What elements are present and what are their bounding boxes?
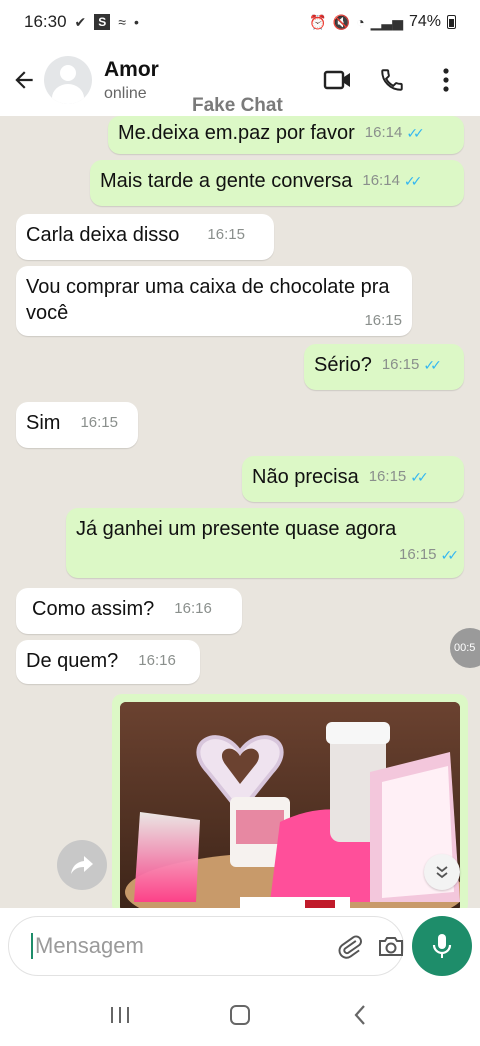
read-ticks-icon: ✓✓ bbox=[410, 469, 429, 485]
message-text: Carla deixa disso bbox=[26, 224, 180, 246]
message-input[interactable] bbox=[31, 933, 323, 959]
cell-signal-icon: ▁▃▅ bbox=[370, 13, 403, 30]
attach-button[interactable] bbox=[337, 930, 363, 962]
message-bubble[interactable]: Mais tarde a gente conversa 16:14 ✓✓ bbox=[90, 160, 464, 206]
message-text: De quem? bbox=[26, 650, 119, 672]
header-actions bbox=[322, 64, 462, 96]
recents-icon bbox=[111, 1007, 129, 1023]
fake-chat-watermark: Fake Chat bbox=[192, 95, 283, 116]
check-notification-icon: ✔ bbox=[74, 13, 87, 30]
back-arrow-icon bbox=[15, 71, 33, 89]
contact-info[interactable]: Amor online bbox=[104, 58, 159, 103]
message-bubble[interactable]: Já ganhei um presente quase agora 16:15 … bbox=[66, 508, 464, 578]
message-text: Já ganhei um presente quase agora bbox=[76, 518, 397, 540]
back-nav-button[interactable] bbox=[340, 995, 380, 1035]
attach-icon bbox=[338, 935, 362, 959]
voice-call-button[interactable] bbox=[376, 64, 408, 96]
message-text: Mais tarde a gente conversa bbox=[100, 170, 353, 192]
message-text: Sim bbox=[26, 412, 61, 434]
read-ticks-icon: ✓✓ bbox=[423, 357, 442, 373]
video-call-icon bbox=[323, 70, 350, 90]
voice-note-duration: 00:5 bbox=[454, 642, 476, 654]
message-bubble[interactable]: Me.deixa em.paz por favor 16:14 ✓✓ bbox=[108, 116, 464, 154]
dot-icon: • bbox=[133, 14, 139, 30]
message-text: Como assim? bbox=[32, 598, 155, 620]
message-bubble[interactable]: Vou comprar uma caixa de chocolate pra v… bbox=[16, 266, 412, 336]
voice-record-button[interactable] bbox=[412, 916, 472, 976]
forward-button[interactable] bbox=[57, 840, 107, 890]
message-bubble[interactable]: De quem? 16:16 bbox=[16, 640, 200, 684]
message-time: 16:15 bbox=[381, 356, 420, 373]
alarm-icon: ⏰ bbox=[309, 13, 327, 30]
message-time: 16:14 bbox=[362, 172, 400, 189]
status-time: 16:30 bbox=[24, 12, 67, 31]
mute-icon: 🔇 bbox=[332, 13, 351, 30]
home-icon bbox=[230, 1005, 250, 1025]
message-time: 16:14 bbox=[364, 124, 403, 141]
phone-icon bbox=[381, 69, 403, 91]
message-text: Não precisa bbox=[252, 466, 359, 488]
s-notification-icon: S bbox=[94, 14, 111, 30]
status-bar: 16:30 ✔ S ≈ • ⏰ 🔇 ◔ ▁▃▅ 74% bbox=[0, 0, 480, 44]
scroll-down-button[interactable] bbox=[424, 854, 460, 890]
mic-icon bbox=[432, 934, 452, 958]
video-call-button[interactable] bbox=[322, 64, 354, 96]
status-left: 16:30 ✔ S ≈ • bbox=[24, 12, 139, 32]
camera-icon bbox=[379, 937, 403, 956]
message-bubble[interactable]: Não precisa 16:15 ✓✓ bbox=[242, 456, 464, 502]
battery-percent: 74% bbox=[408, 13, 441, 30]
status-right: ⏰ 🔇 ◔ ▁▃▅ 74% bbox=[309, 13, 456, 31]
message-time: 16:16 bbox=[138, 652, 176, 669]
signal-notification-icon: ≈ bbox=[118, 14, 126, 30]
read-ticks-icon: ✓✓ bbox=[440, 547, 460, 563]
message-time: 16:15 bbox=[368, 468, 407, 485]
recents-button[interactable] bbox=[100, 995, 140, 1035]
battery-icon bbox=[447, 15, 456, 29]
message-bubble[interactable]: Carla deixa disso 16:15 bbox=[16, 214, 274, 260]
voice-note-duration-pill[interactable]: 00:5 bbox=[450, 628, 480, 668]
message-bubble[interactable]: Sim 16:15 bbox=[16, 402, 138, 448]
more-options-button[interactable] bbox=[430, 64, 462, 96]
message-time: 16:15 bbox=[80, 414, 118, 431]
avatar[interactable] bbox=[44, 56, 92, 104]
back-nav-icon bbox=[354, 1005, 365, 1025]
message-time: 16:15 bbox=[364, 312, 402, 329]
scroll-down-icon bbox=[436, 866, 448, 879]
contact-status: online bbox=[104, 84, 147, 102]
image-message-bubble[interactable] bbox=[112, 694, 468, 908]
message-text: Sério? bbox=[314, 354, 372, 376]
message-time: 16:16 bbox=[174, 600, 212, 617]
message-time: 16:15 bbox=[398, 546, 437, 563]
chat-area[interactable]: Me.deixa em.paz por favor 16:14 ✓✓ Mais … bbox=[0, 116, 480, 908]
gift-basket-photo[interactable] bbox=[120, 702, 460, 908]
message-bubble[interactable]: Como assim? 16:16 bbox=[16, 588, 242, 634]
camera-button[interactable] bbox=[377, 930, 405, 962]
message-bubble[interactable]: Sério? 16:15 ✓✓ bbox=[304, 344, 464, 390]
message-input-container bbox=[8, 916, 404, 976]
message-time: 16:15 bbox=[207, 226, 245, 243]
forward-icon bbox=[71, 856, 93, 874]
contact-name: Amor bbox=[104, 57, 159, 81]
composer-bar bbox=[0, 908, 480, 984]
read-ticks-icon: ✓✓ bbox=[406, 125, 425, 141]
system-nav-bar bbox=[0, 984, 480, 1046]
gift-basket-image bbox=[120, 702, 460, 908]
message-text: Me.deixa em.paz por favor bbox=[118, 122, 355, 144]
back-button[interactable] bbox=[4, 60, 44, 100]
home-button[interactable] bbox=[220, 995, 260, 1035]
wifi-icon: ◔ bbox=[356, 14, 365, 30]
more-vert-icon bbox=[443, 68, 449, 92]
read-ticks-icon: ✓✓ bbox=[403, 173, 423, 189]
